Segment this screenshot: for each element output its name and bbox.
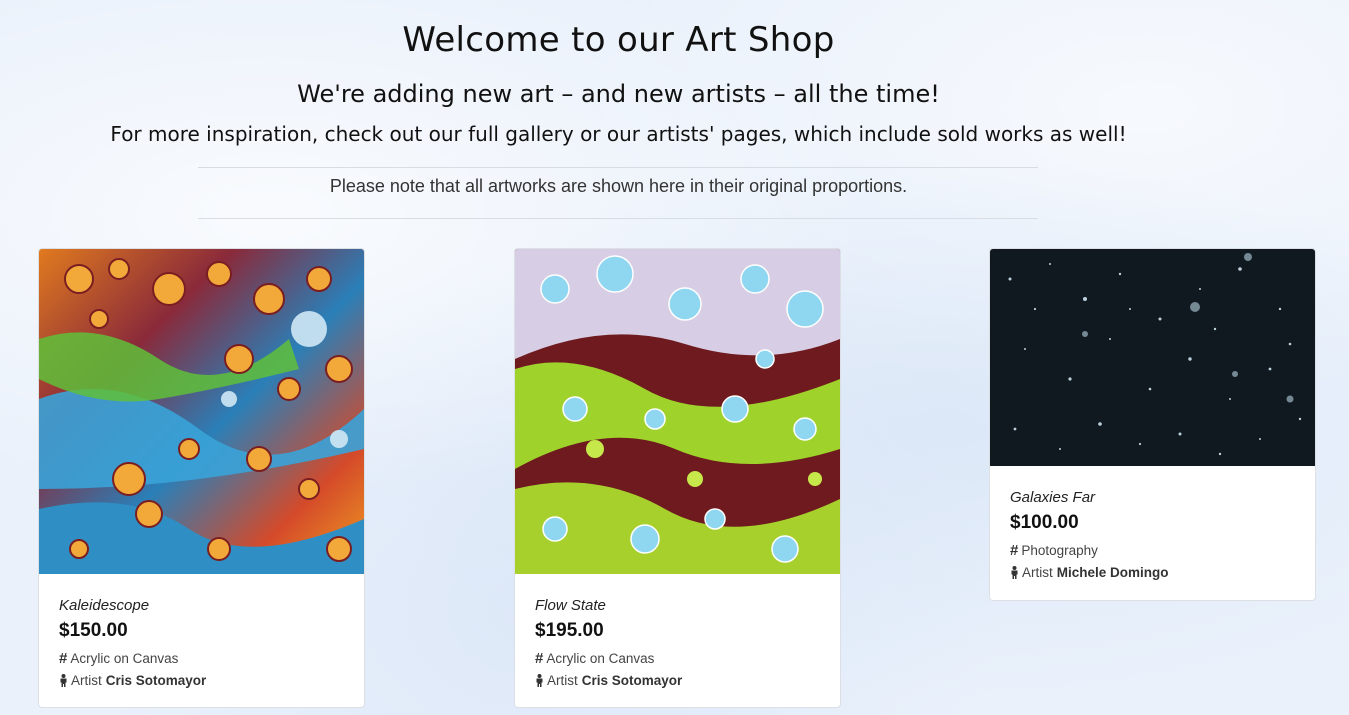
artwork-price: $150.00 <box>59 620 128 641</box>
artist-name[interactable]: Michele Domingo <box>1057 565 1169 580</box>
artwork-artist[interactable]: Artist Michele Domingo <box>1010 565 1169 580</box>
artwork-category[interactable]: # Acrylic on Canvas <box>535 650 682 667</box>
artist-label: Artist <box>1022 565 1053 580</box>
page-title: Welcome to our Art Shop <box>402 20 835 60</box>
artwork-title[interactable]: Flow State <box>535 597 682 614</box>
category-label: Acrylic on Canvas <box>546 651 655 666</box>
artist-label: Artist <box>547 673 578 688</box>
page-subtitle: We're adding new art – and new artists –… <box>297 80 940 108</box>
artwork-category[interactable]: # Photography <box>1010 542 1169 559</box>
divider-bottom <box>198 218 1038 219</box>
divider-top <box>198 167 1038 168</box>
artwork-card-galaxies-far[interactable]: Galaxies Far $100.00 # Photography Artis… <box>989 248 1316 601</box>
hash-icon: # <box>1010 542 1019 559</box>
artwork-image-galaxies-far[interactable] <box>990 249 1315 466</box>
hash-icon: # <box>535 650 544 667</box>
artist-name[interactable]: Cris Sotomayor <box>106 673 207 688</box>
artwork-card-flow-state[interactable]: Flow State $195.00 # Acrylic on Canvas A… <box>514 248 841 708</box>
artwork-title[interactable]: Galaxies Far <box>1010 489 1169 506</box>
artwork-image-flow-state[interactable] <box>515 249 840 574</box>
artwork-title[interactable]: Kaleidescope <box>59 597 206 614</box>
artwork-price: $195.00 <box>535 620 604 641</box>
category-label: Photography <box>1021 543 1098 558</box>
inspiration-text: For more inspiration, check out our full… <box>110 122 1127 146</box>
proportions-note: Please note that all artworks are shown … <box>329 176 908 196</box>
category-label: Acrylic on Canvas <box>70 651 179 666</box>
artwork-artist[interactable]: Artist Cris Sotomayor <box>535 673 682 688</box>
artist-name[interactable]: Cris Sotomayor <box>582 673 683 688</box>
person-icon <box>1011 566 1018 579</box>
artwork-price: $100.00 <box>1010 512 1079 533</box>
artwork-category[interactable]: # Acrylic on Canvas <box>59 650 206 667</box>
artwork-image-kaleidescope[interactable] <box>39 249 364 574</box>
artwork-card-kaleidescope[interactable]: Kaleidescope $150.00 # Acrylic on Canvas… <box>38 248 365 708</box>
hash-icon: # <box>59 650 68 667</box>
person-icon <box>60 674 67 687</box>
artwork-artist[interactable]: Artist Cris Sotomayor <box>59 673 206 688</box>
artist-label: Artist <box>71 673 102 688</box>
person-icon <box>536 674 543 687</box>
